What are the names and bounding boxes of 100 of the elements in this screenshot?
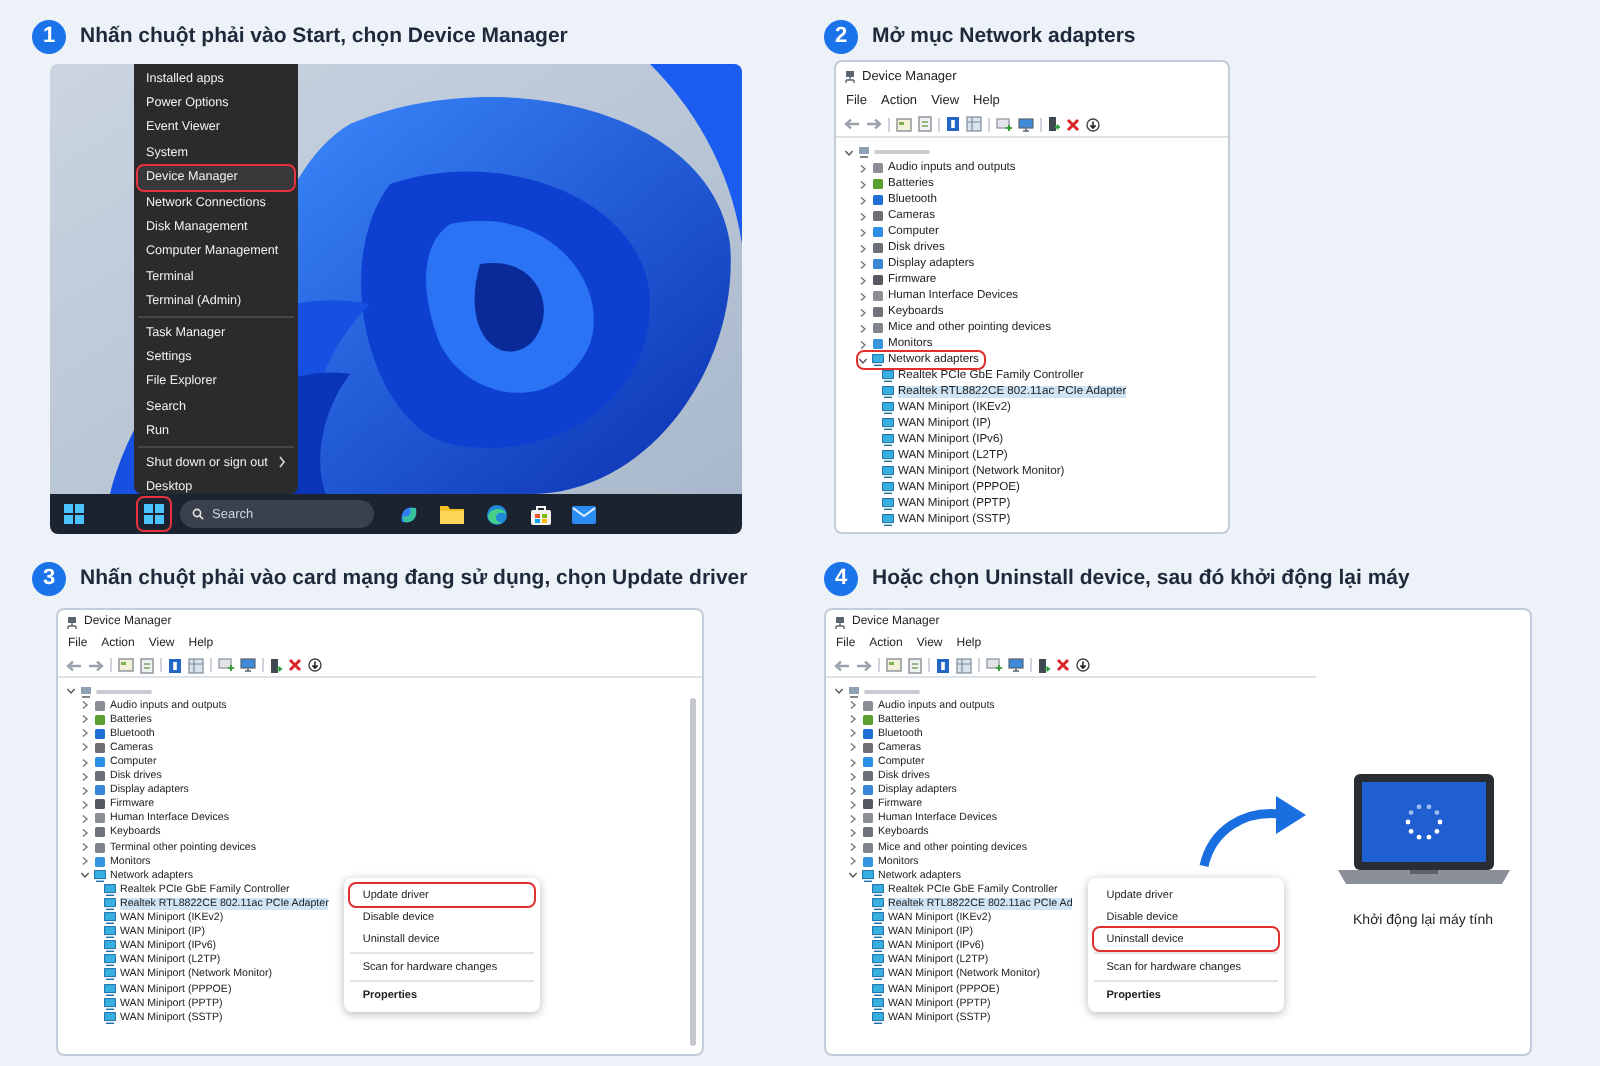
shopping-bag-icon[interactable] (529, 503, 551, 525)
chevron-down-icon[interactable] (66, 686, 76, 697)
chevron-down-icon[interactable] (858, 355, 868, 365)
back-arrow-icon[interactable] (844, 118, 860, 130)
help-book-icon[interactable] (168, 657, 182, 673)
chevron-right-icon[interactable] (80, 827, 90, 838)
chevron-right-icon[interactable] (858, 163, 868, 173)
chevron-right-icon[interactable] (848, 813, 858, 824)
start-button[interactable] (138, 498, 170, 530)
monitor-plus-icon[interactable] (986, 658, 1002, 672)
swirl-app-icon[interactable] (397, 503, 419, 525)
network-adapter-icon (882, 434, 894, 446)
back-arrow-icon[interactable] (66, 659, 82, 671)
document-icon[interactable] (140, 657, 154, 673)
chevron-right-icon[interactable] (848, 771, 858, 782)
window-icon[interactable] (896, 117, 912, 131)
chevron-down-icon[interactable] (834, 686, 844, 697)
chevron-right-icon[interactable] (848, 799, 858, 810)
forward-arrow-icon[interactable] (856, 659, 872, 671)
monitor-icon[interactable] (240, 658, 256, 672)
computer-icon (848, 685, 860, 698)
chevron-right-icon[interactable] (80, 728, 90, 739)
chevron-right-icon[interactable] (858, 275, 868, 285)
down-arrow-circle-icon[interactable] (308, 658, 322, 672)
monitor-icon[interactable] (1018, 117, 1034, 131)
chevron-right-icon[interactable] (80, 771, 90, 782)
start-button[interactable] (58, 498, 90, 530)
down-arrow-circle-icon[interactable] (1086, 117, 1100, 131)
monitor-plus-icon[interactable] (996, 117, 1012, 131)
chevron-down-icon[interactable] (844, 147, 854, 157)
blurred-text (96, 689, 152, 694)
chevron-right-icon[interactable] (80, 700, 90, 711)
window-icon[interactable] (886, 658, 902, 672)
chevron-right-icon[interactable] (80, 757, 90, 768)
chevron-right-icon[interactable] (858, 211, 868, 221)
search-icon (192, 508, 204, 520)
network-adapter-icon (872, 354, 884, 366)
forward-arrow-icon[interactable] (866, 118, 882, 130)
monitor-plus-icon[interactable] (218, 658, 234, 672)
device-manager-icon (66, 615, 78, 629)
window-icon[interactable] (118, 658, 134, 672)
chevron-right-icon[interactable] (80, 842, 90, 853)
x-icon[interactable] (1066, 117, 1080, 131)
chevron-right-icon[interactable] (858, 307, 868, 317)
computer-icon (80, 685, 92, 698)
down-arrow-circle-icon[interactable] (1076, 658, 1090, 672)
chevron-down-icon[interactable] (80, 870, 90, 881)
chevron-right-icon[interactable] (858, 291, 868, 301)
network-adapter-icon (882, 514, 894, 526)
chevron-right-icon[interactable] (858, 243, 868, 253)
chevron-right-icon[interactable] (858, 195, 868, 205)
chevron-right-icon[interactable] (80, 714, 90, 725)
chevron-right-icon[interactable] (848, 827, 858, 838)
chevron-right-icon[interactable] (848, 714, 858, 725)
computer-icon (858, 146, 870, 158)
chevron-right-icon[interactable] (80, 813, 90, 824)
chevron-right-icon[interactable] (858, 339, 868, 349)
back-arrow-icon[interactable] (834, 659, 850, 671)
chevron-right-icon[interactable] (848, 842, 858, 853)
chevron-right-icon[interactable] (848, 757, 858, 768)
windows-logo-icon (64, 504, 84, 524)
chevron-right-icon[interactable] (858, 259, 868, 269)
forward-arrow-icon[interactable] (88, 659, 104, 671)
device-plus-icon[interactable] (1048, 116, 1060, 132)
grid-icon[interactable] (966, 116, 982, 132)
chevron-right-icon[interactable] (80, 856, 90, 867)
device-plus-icon[interactable] (1038, 657, 1050, 673)
step-number: 2 (824, 19, 858, 53)
monitor-icon[interactable] (1008, 658, 1024, 672)
network-adapter-icon (882, 418, 894, 430)
x-icon[interactable] (288, 658, 302, 672)
network-adapter-icon (882, 370, 894, 382)
chevron-right-icon[interactable] (858, 227, 868, 237)
device-manager-icon (834, 615, 846, 629)
chevron-right-icon[interactable] (848, 785, 858, 796)
chevron-right-icon[interactable] (858, 323, 868, 333)
chevron-right-icon[interactable] (848, 742, 858, 753)
step-title: Nhấn chuột phải vào card mạng đang sử dụng, chọn Update driver (80, 566, 748, 590)
chevron-right-icon[interactable] (848, 856, 858, 867)
chevron-right-icon[interactable] (848, 728, 858, 739)
envelope-icon[interactable] (572, 505, 596, 523)
chevron-right-icon[interactable] (80, 799, 90, 810)
browser-icon[interactable] (485, 503, 507, 525)
help-book-icon[interactable] (936, 657, 950, 673)
chevron-down-icon[interactable] (848, 870, 858, 881)
scrollbar[interactable] (690, 698, 696, 1046)
x-icon[interactable] (1056, 658, 1070, 672)
device-plus-icon[interactable] (270, 657, 282, 673)
chevron-right-icon[interactable] (848, 700, 858, 711)
chevron-right-icon[interactable] (80, 785, 90, 796)
step-title: Hoặc chọn Uninstall device, sau đó khởi động lại máy (872, 566, 1410, 590)
help-book-icon[interactable] (946, 116, 960, 132)
folder-icon[interactable] (440, 504, 464, 524)
grid-icon[interactable] (188, 657, 204, 673)
grid-icon[interactable] (956, 657, 972, 673)
chevron-right-icon[interactable] (858, 179, 868, 189)
document-icon[interactable] (908, 657, 922, 673)
chevron-right-icon[interactable] (80, 742, 90, 753)
blurred-text (864, 689, 920, 694)
device-manager-icon (844, 69, 856, 83)
